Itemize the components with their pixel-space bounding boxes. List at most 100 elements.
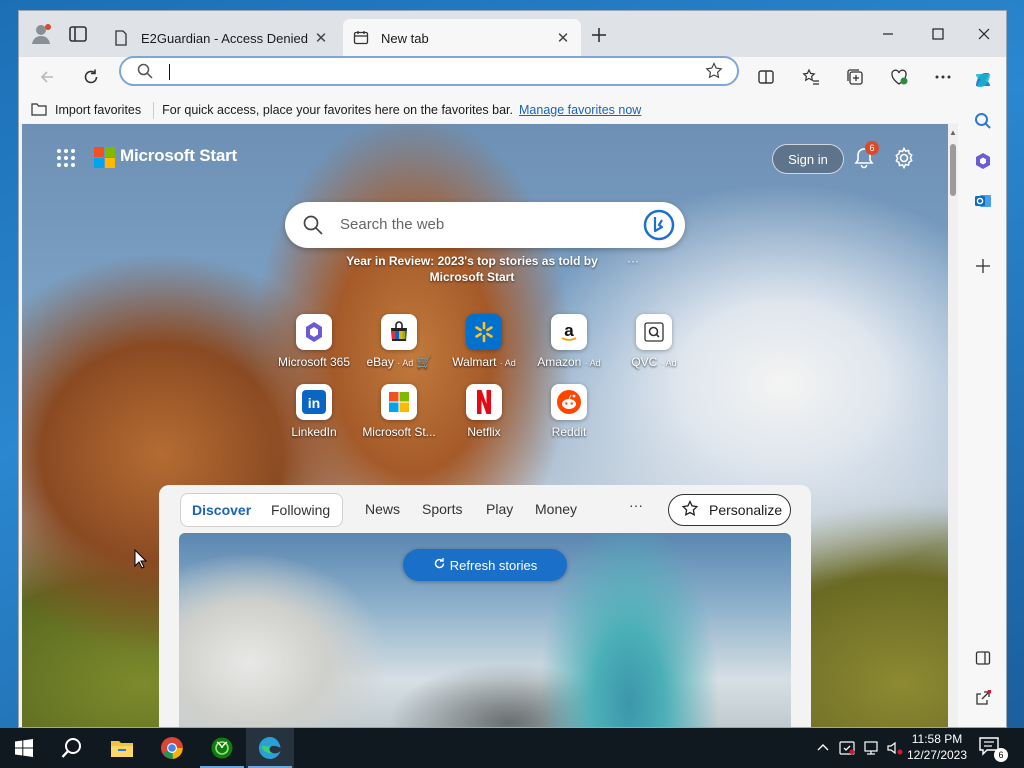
search-icon[interactable] xyxy=(972,110,994,132)
tab-actions-icon[interactable] xyxy=(67,23,89,45)
refresh-stories-label: Refresh stories xyxy=(449,557,538,573)
shopping-cart-icon: 🛒 xyxy=(416,355,432,369)
minimize-icon[interactable] xyxy=(867,19,909,49)
personalize-brush-icon xyxy=(681,499,699,521)
ad-marker: · Ad xyxy=(660,358,677,368)
split-screen-icon[interactable] xyxy=(754,65,778,89)
svg-text:in: in xyxy=(308,395,320,411)
quick-link-ebay[interactable]: eBay · Ad 🛒 xyxy=(354,314,444,378)
quick-link-label: QVC xyxy=(631,355,658,369)
volume-muted-icon[interactable] xyxy=(886,738,904,758)
quick-link-microsoft-365[interactable]: Microsoft 365 xyxy=(269,314,359,378)
close-tab-icon[interactable]: ✕ xyxy=(555,30,571,47)
close-tab-icon[interactable]: ✕ xyxy=(313,30,329,47)
start-icon[interactable] xyxy=(0,728,48,768)
brand-title: Microsoft Start xyxy=(120,146,237,165)
amazon-icon: a xyxy=(551,314,587,350)
scrollbar-thumb[interactable] xyxy=(950,144,956,196)
windows-taskbar: 11:58 PM 12/27/2023 6 xyxy=(0,728,1024,768)
edge-icon[interactable] xyxy=(246,728,294,768)
back-arrow-icon[interactable] xyxy=(35,65,59,89)
add-sidebar-app-icon[interactable] xyxy=(972,255,994,277)
page-scrollbar[interactable]: ▲ xyxy=(948,124,958,727)
quick-link-label: Microsoft 365 xyxy=(277,355,351,369)
quick-link-label: Reddit xyxy=(551,425,587,439)
address-input[interactable] xyxy=(173,60,653,82)
tab-discover[interactable]: Discover xyxy=(192,502,251,518)
refresh-icon[interactable] xyxy=(79,65,103,89)
heart-pulse-icon[interactable] xyxy=(887,65,911,89)
walmart-icon xyxy=(466,314,502,350)
app-launcher-icon[interactable] xyxy=(56,148,76,168)
quick-link-linkedin[interactable]: in LinkedIn xyxy=(269,384,359,448)
tab-play[interactable]: Play xyxy=(486,501,513,517)
collections-icon[interactable] xyxy=(843,65,867,89)
page-icon xyxy=(113,30,129,46)
favorites-icon[interactable] xyxy=(799,65,823,89)
copilot-icon[interactable] xyxy=(972,69,994,91)
headline-more-icon[interactable]: ··· xyxy=(627,253,639,269)
edge-sidebar xyxy=(958,57,1006,727)
tab-sports[interactable]: Sports xyxy=(422,501,462,517)
quick-link-qvc[interactable]: QVC · Ad xyxy=(609,314,699,378)
bing-chat-icon[interactable] xyxy=(643,209,675,241)
scroll-up-arrow-icon[interactable]: ▲ xyxy=(949,128,957,137)
system-clock[interactable]: 11:58 PM 12/27/2023 xyxy=(906,731,968,763)
file-explorer-icon[interactable] xyxy=(98,728,146,768)
ad-marker: · Ad xyxy=(499,358,516,368)
quick-link-netflix[interactable]: Netflix xyxy=(439,384,529,448)
profile-avatar-icon[interactable] xyxy=(29,22,53,46)
quick-link-walmart[interactable]: Walmart · Ad xyxy=(439,314,529,378)
quick-link-label: Amazon xyxy=(537,355,582,369)
show-hidden-icons-chevron-icon[interactable] xyxy=(814,738,832,758)
quick-link-microsoft-store[interactable]: Microsoft St... xyxy=(354,384,444,448)
import-favorites-button[interactable]: Import favorites xyxy=(31,101,155,119)
manage-favorites-link[interactable]: Manage favorites now xyxy=(519,103,641,117)
quick-link-label: Microsoft St... xyxy=(362,425,436,439)
new-tab-page-icon xyxy=(353,30,369,46)
settings-gear-icon[interactable] xyxy=(892,146,916,170)
tab-money[interactable]: Money xyxy=(535,501,577,517)
xbox-icon[interactable] xyxy=(198,728,246,768)
featured-story-image[interactable]: Refresh stories xyxy=(179,533,791,727)
chrome-icon[interactable] xyxy=(148,728,196,768)
close-window-icon[interactable] xyxy=(963,19,1005,49)
new-tab-plus-icon[interactable] xyxy=(589,25,609,45)
tab-following[interactable]: Following xyxy=(271,502,330,518)
open-external-icon[interactable] xyxy=(972,687,994,709)
quick-link-amazon[interactable]: a Amazon · Ad xyxy=(524,314,614,378)
outlook-icon[interactable] xyxy=(972,190,994,212)
tab-news[interactable]: News xyxy=(365,501,400,517)
search-icon[interactable] xyxy=(48,728,96,768)
year-in-review-text: Year in Review: 2023's top stories as to… xyxy=(346,254,598,284)
microsoft-365-icon xyxy=(296,314,332,350)
svg-text:a: a xyxy=(564,321,574,340)
feed-more-icon[interactable]: ··· xyxy=(629,497,643,513)
personalize-button[interactable]: Personalize xyxy=(668,494,791,526)
network-icon[interactable] xyxy=(862,738,880,758)
address-bar[interactable] xyxy=(119,56,739,86)
qvc-icon xyxy=(636,314,672,350)
web-search-box[interactable]: Search the web xyxy=(285,202,685,248)
favorites-hint: For quick access, place your favorites h… xyxy=(162,103,514,117)
year-in-review-headline[interactable]: Year in Review: 2023's top stories as to… xyxy=(322,253,639,285)
tab-e2guardian[interactable]: E2Guardian - Access Denied ✕ xyxy=(103,19,339,57)
quick-link-label: Netflix xyxy=(467,425,501,439)
tab-new-tab[interactable]: New tab ✕ xyxy=(343,19,581,57)
hide-sidebar-icon[interactable] xyxy=(972,647,994,669)
tab-label: New tab xyxy=(381,30,429,46)
maximize-icon[interactable] xyxy=(917,19,959,49)
security-tray-icon[interactable] xyxy=(838,738,856,758)
microsoft-store-icon xyxy=(381,384,417,420)
quick-link-reddit[interactable]: Reddit xyxy=(524,384,614,448)
sign-in-button[interactable]: Sign in xyxy=(772,144,844,174)
refresh-stories-button[interactable]: Refresh stories xyxy=(403,549,567,581)
import-favorites-label: Import favorites xyxy=(55,103,142,117)
text-caret xyxy=(169,64,170,80)
star-icon[interactable] xyxy=(705,62,723,83)
browser-window: E2Guardian - Access Denied ✕ New tab ✕ I… xyxy=(18,10,1007,728)
microsoft-logo-icon xyxy=(94,147,115,168)
office-icon[interactable] xyxy=(972,150,994,172)
more-icon[interactable] xyxy=(931,65,955,89)
notification-count-badge: 6 xyxy=(865,141,879,155)
